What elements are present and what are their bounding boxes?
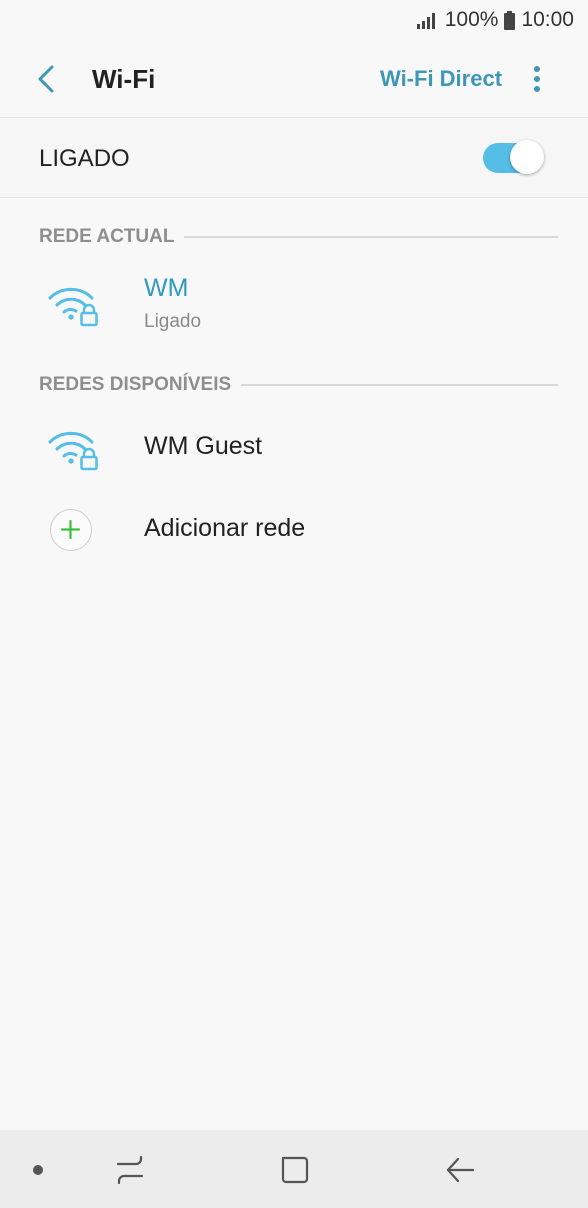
add-network-label: Adicionar rede [144, 514, 306, 542]
section-header-current: REDE ACTUAL [39, 225, 558, 249]
home-icon[interactable] [280, 1155, 310, 1185]
more-vert-icon [534, 66, 540, 92]
back-arrow-icon[interactable] [444, 1155, 476, 1185]
app-bar: Wi-Fi Wi-Fi Direct [0, 40, 588, 118]
section-header-text: REDE ACTUAL [39, 226, 175, 247]
current-network-item[interactable]: WM Ligado [0, 266, 588, 346]
clock: 10:00 [521, 8, 574, 31]
battery-percent: 100% [444, 8, 499, 31]
battery-icon [504, 10, 516, 30]
add-icon [50, 509, 92, 551]
wifi-master-switch-row[interactable]: LIGADO [0, 119, 588, 198]
wifi-direct-button[interactable]: Wi-Fi Direct [380, 66, 502, 92]
nav-dot-indicator[interactable] [33, 1165, 43, 1175]
signal-icon [416, 13, 435, 29]
section-header-text: REDES DISPONÍVEIS [39, 374, 232, 395]
wifi-locked-icon [48, 287, 98, 327]
page-title: Wi-Fi [92, 64, 156, 94]
recent-apps-icon[interactable] [114, 1155, 146, 1185]
add-network-item[interactable]: Adicionar rede [0, 494, 588, 566]
navigation-bar [0, 1130, 588, 1208]
network-name: WM Guest [144, 432, 263, 460]
back-button[interactable] [30, 62, 62, 96]
section-divider [241, 384, 558, 386]
chevron-left-icon [38, 65, 54, 93]
current-network-name: WM [144, 274, 189, 302]
status-bar: 100% 10:00 [0, 0, 588, 40]
section-divider [184, 236, 558, 238]
current-network-status: Ligado [144, 311, 202, 332]
section-header-available: REDES DISPONÍVEIS [39, 373, 558, 397]
master-switch-label: LIGADO [39, 145, 130, 172]
wifi-toggle[interactable] [483, 140, 545, 174]
network-item-wm-guest[interactable]: WM Guest [0, 412, 588, 484]
toggle-knob [510, 140, 544, 174]
more-options-button[interactable] [524, 62, 550, 96]
wifi-locked-icon [48, 431, 98, 471]
